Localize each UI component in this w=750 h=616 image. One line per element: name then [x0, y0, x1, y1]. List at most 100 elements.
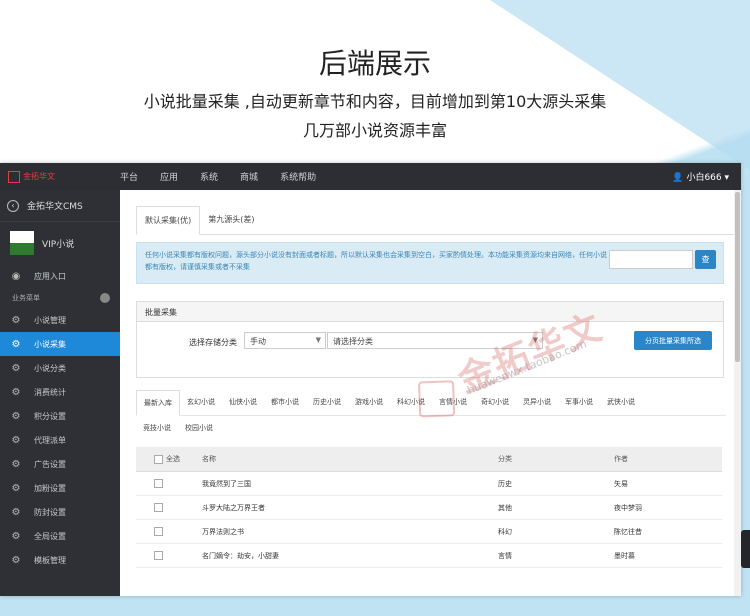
sidebar-item-label: 消费统计	[34, 387, 66, 397]
tab-supernatural[interactable]: 灵异小说	[516, 390, 558, 415]
logo[interactable]: 金拓华文	[0, 170, 114, 183]
hero-line-2: 几万部小说资源丰富	[302, 121, 447, 140]
gear-icon: ⚙	[11, 434, 21, 446]
checkbox[interactable]	[154, 551, 163, 560]
sidebar-item-novel-manage[interactable]: ⚙ 小说管理	[0, 308, 120, 332]
row-select	[136, 479, 202, 488]
gear-icon: ⚙	[11, 506, 21, 518]
checkbox[interactable]	[154, 503, 163, 512]
sidebar-vip[interactable]: 小说 VIP小说	[0, 222, 120, 264]
checkbox[interactable]	[154, 454, 163, 464]
gear-icon: ⚙	[11, 338, 21, 350]
vip-label: VIP小说	[42, 239, 75, 250]
nav-item-help[interactable]: 系统帮助	[280, 170, 316, 183]
row-select	[136, 527, 202, 536]
side-float-tab[interactable]	[741, 530, 750, 568]
tab-default-collect[interactable]: 默认采集(优)	[136, 206, 201, 235]
nav-item-system[interactable]: 系统	[200, 170, 218, 183]
search-input[interactable]	[609, 250, 693, 269]
tab-game[interactable]: 游戏小说	[348, 390, 390, 415]
sidebar-item-template-manage[interactable]: ⚙ 模板管理	[0, 548, 120, 572]
checkbox[interactable]	[154, 479, 163, 488]
row-select	[136, 503, 202, 512]
col-author: 作者	[614, 455, 628, 463]
nav-item-platform[interactable]: 平台	[120, 170, 138, 183]
cell-name: 名门嫡令：劫安，小甜妻	[202, 551, 279, 560]
cell-author: 墨时慕	[614, 551, 635, 560]
batch-collect-button[interactable]: 分页批量采集所选	[634, 331, 712, 350]
sidebar-item-label: 积分设置	[34, 411, 66, 421]
sidebar-item-points-settings[interactable]: ⚙ 积分设置	[0, 404, 120, 428]
logo-text: 金拓华文	[23, 172, 55, 181]
sidebar-app-entry[interactable]: ◉ 应用入口	[0, 264, 120, 288]
user-icon: 👤	[672, 173, 684, 183]
sidebar-item-label: 模板管理	[34, 555, 66, 565]
cell-name: 我竟然到了三国	[202, 479, 251, 488]
sidebar-item-label: 小说分类	[34, 363, 66, 373]
cell-category: 科幻	[498, 527, 512, 536]
sidebar-item-ad-settings[interactable]: ⚙ 广告设置	[0, 452, 120, 476]
tab-sports[interactable]: 竞技小说	[136, 416, 178, 440]
tab-xianxia[interactable]: 仙侠小说	[222, 390, 264, 415]
nav-item-apps[interactable]: 应用	[160, 170, 178, 183]
sidebar-item-agent-orders[interactable]: ⚙ 代理派单	[0, 428, 120, 452]
sidebar-brand[interactable]: ‹ 金拓华文CMS	[0, 190, 120, 222]
novel-table: 全选 名称 分类 作者 我竟然到了三国 历史 矢易 斗罗大陆之万界王者 其他 夜…	[136, 447, 722, 568]
panel-title: 批量采集	[137, 302, 723, 322]
back-icon[interactable]: ‹	[7, 199, 19, 212]
user-menu[interactable]: 👤 小白666 ▾	[672, 170, 741, 183]
hero: 后端展示 小说批量采集 ,自动更新章节和内容，目前增加到第10大源头采集 几万部…	[0, 0, 750, 160]
sidebar-item-novel-category[interactable]: ⚙ 小说分类	[0, 356, 120, 380]
chevron-down-icon: ▼	[315, 336, 321, 344]
tab-fantasy[interactable]: 玄幻小说	[180, 390, 222, 415]
table-row[interactable]: 斗罗大陆之万界王者 其他 夜中梦羽	[136, 496, 722, 520]
checkbox[interactable]	[154, 527, 163, 536]
sidebar-brand-label: 金拓华文CMS	[27, 202, 83, 212]
table-row[interactable]: 名门嫡令：劫安，小甜妻 言情 墨时慕	[136, 544, 722, 568]
sidebar-app-entry-label: 应用入口	[34, 271, 66, 281]
category-tabs-row-2: 竞技小说 校园小说	[136, 416, 726, 440]
sidebar-item-label: 防封设置	[34, 507, 66, 517]
sidebar-item-follow-settings[interactable]: ⚙ 加粉设置	[0, 476, 120, 500]
tab-military[interactable]: 军事小说	[558, 390, 600, 415]
cell-author: 夜中梦羽	[614, 503, 642, 512]
scrollbar-thumb[interactable]	[735, 192, 740, 362]
sidebar-item-anti-block-settings[interactable]: ⚙ 防封设置	[0, 500, 120, 524]
collapse-toggle-icon[interactable]	[100, 293, 110, 303]
cell-category: 言情	[498, 551, 512, 560]
cell-category: 其他	[498, 503, 512, 512]
sidebar-item-global-settings[interactable]: ⚙ 全局设置	[0, 524, 120, 548]
tab-urban[interactable]: 都市小说	[264, 390, 306, 415]
hero-title: 后端展示	[318, 47, 431, 80]
chat-icon: ◉	[11, 270, 21, 282]
notice-text: 任何小说采集都有版权问题，源头部分小说没有封面或者标题，所以默认采集也会采集到空…	[145, 251, 607, 271]
sidebar-item-consumption-stats[interactable]: ⚙ 消费统计	[0, 380, 120, 404]
tab-latest[interactable]: 最新入库	[136, 390, 180, 416]
gear-icon: ⚙	[11, 482, 21, 494]
select-all-label: 全选	[166, 455, 180, 463]
nav-item-store[interactable]: 商城	[240, 170, 258, 183]
sidebar-item-novel-collect[interactable]: ⚙ 小说采集	[0, 332, 120, 356]
sidebar-item-label: 全局设置	[34, 531, 66, 541]
user-name: 小白666 ▾	[686, 173, 729, 183]
col-category: 分类	[498, 455, 512, 463]
gear-icon: ⚙	[11, 314, 21, 326]
tab-wuxia[interactable]: 武侠小说	[600, 390, 642, 415]
table-row[interactable]: 万界法则之书 科幻 陈忆往昔	[136, 520, 722, 544]
sidebar-section: 业务菜单	[0, 288, 120, 308]
category-select-value: 请选择分类	[333, 337, 373, 346]
mode-select-value: 手动	[250, 337, 266, 346]
tab-ninth-source[interactable]: 第九源头(差)	[200, 206, 262, 234]
sidebar: ‹ 金拓华文CMS 小说 VIP小说 ◉ 应用入口 业务菜单 ⚙ 小说管理 ⚙ 小说…	[0, 190, 120, 596]
select-all[interactable]: 全选	[136, 454, 202, 464]
mode-select[interactable]: 手动 ▼	[244, 332, 326, 349]
top-nav: 平台 应用 系统 商城 系统帮助	[114, 170, 316, 183]
tab-history[interactable]: 历史小说	[306, 390, 348, 415]
table-row[interactable]: 我竟然到了三国 历史 矢易	[136, 472, 722, 496]
sidebar-item-label: 代理派单	[34, 435, 66, 445]
tab-campus[interactable]: 校园小说	[178, 416, 220, 440]
scrollbar[interactable]	[734, 190, 741, 596]
gear-icon: ⚙	[11, 458, 21, 470]
search-button[interactable]: 查	[695, 250, 716, 269]
sidebar-item-label: 小说管理	[34, 315, 66, 325]
